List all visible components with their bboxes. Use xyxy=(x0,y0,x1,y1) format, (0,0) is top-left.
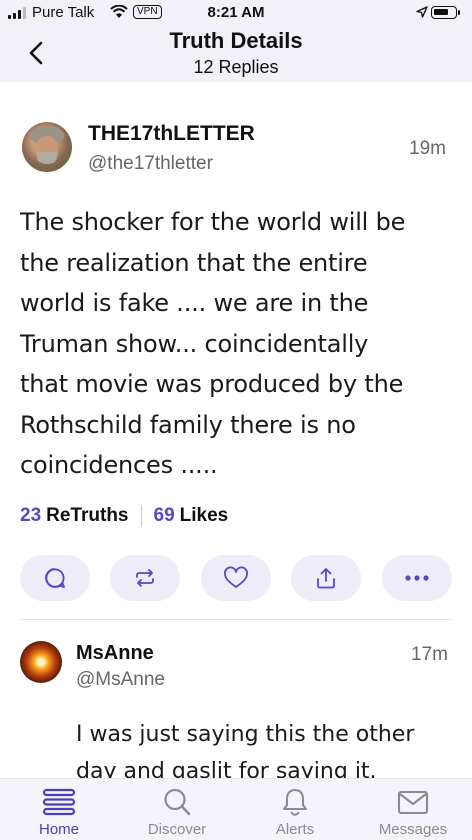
tab-label: Home xyxy=(38,821,79,838)
retruth-icon xyxy=(136,569,154,587)
post-line: Rothschild family there is no xyxy=(20,410,356,439)
action-bar xyxy=(20,555,452,601)
tab-label: Alerts xyxy=(275,821,315,838)
location-arrow-icon xyxy=(416,6,428,18)
page-title: Truth Details xyxy=(169,28,303,53)
reply-author-name[interactable]: MsAnne xyxy=(76,642,154,665)
reply-author-handle[interactable]: @MsAnne xyxy=(76,669,165,691)
retruths-stat[interactable]: 23 ReTruths xyxy=(20,505,129,527)
tab-alerts[interactable]: Alerts xyxy=(236,779,354,840)
likes-count: 69 xyxy=(153,505,175,526)
retruth-button[interactable] xyxy=(110,555,180,601)
heart-icon xyxy=(224,566,248,588)
like-button[interactable] xyxy=(201,555,271,601)
share-icon xyxy=(317,568,335,589)
tab-home[interactable]: Home xyxy=(0,779,118,840)
tab-discover[interactable]: Discover xyxy=(118,779,236,840)
home-icon xyxy=(42,788,76,816)
tab-label: Messages xyxy=(378,821,448,838)
post-line: that movie was produced by the xyxy=(20,370,404,398)
status-bar: Pure Talk VPN 8:21 AM xyxy=(0,0,472,26)
post-time: 19m xyxy=(409,138,446,159)
author-name[interactable]: THE17thLETTER xyxy=(88,122,255,146)
share-button[interactable] xyxy=(291,555,361,601)
battery-icon xyxy=(431,6,460,19)
comment-icon xyxy=(45,568,65,588)
stats-divider xyxy=(140,505,142,527)
author-handle[interactable]: @the17thletter xyxy=(88,153,213,175)
post-line: coincidences ..... xyxy=(20,451,218,479)
bell-icon xyxy=(282,788,308,816)
top-bar: Pure Talk VPN 8:21 AM Truth Details 12 R… xyxy=(0,0,472,82)
likes-label: Likes xyxy=(179,505,229,526)
search-icon xyxy=(164,788,191,816)
reply-count: 12 Replies xyxy=(193,57,279,77)
reply-button[interactable] xyxy=(20,555,90,601)
mail-icon xyxy=(397,790,429,815)
ellipsis-icon xyxy=(405,575,429,581)
reply-time: 17m xyxy=(411,644,448,665)
post-stats: 23 ReTruths 69 Likes xyxy=(20,505,228,527)
tab-messages[interactable]: Messages xyxy=(354,779,472,840)
avatar[interactable] xyxy=(22,122,72,172)
post-line: world is fake .... we are in the xyxy=(20,289,369,317)
more-options-button[interactable] xyxy=(382,555,452,601)
clock: 8:21 AM xyxy=(207,4,265,21)
retruths-label: ReTruths xyxy=(46,505,129,526)
reply-line: I was just saying this the other xyxy=(76,722,415,747)
reply-avatar[interactable] xyxy=(20,641,62,683)
likes-stat[interactable]: 69 Likes xyxy=(154,505,229,527)
divider xyxy=(20,619,452,620)
retruths-count: 23 xyxy=(20,505,42,526)
post-line: Truman show... coincidentally xyxy=(20,329,369,358)
post-line: The shocker for the world will be xyxy=(20,208,406,236)
post-line: the realization that the entire xyxy=(20,248,368,277)
tab-label: Discover xyxy=(147,821,207,838)
post-body: The shocker for the world will be the re… xyxy=(20,202,460,486)
tab-bar: Home Discover Alerts Messages xyxy=(0,778,472,840)
